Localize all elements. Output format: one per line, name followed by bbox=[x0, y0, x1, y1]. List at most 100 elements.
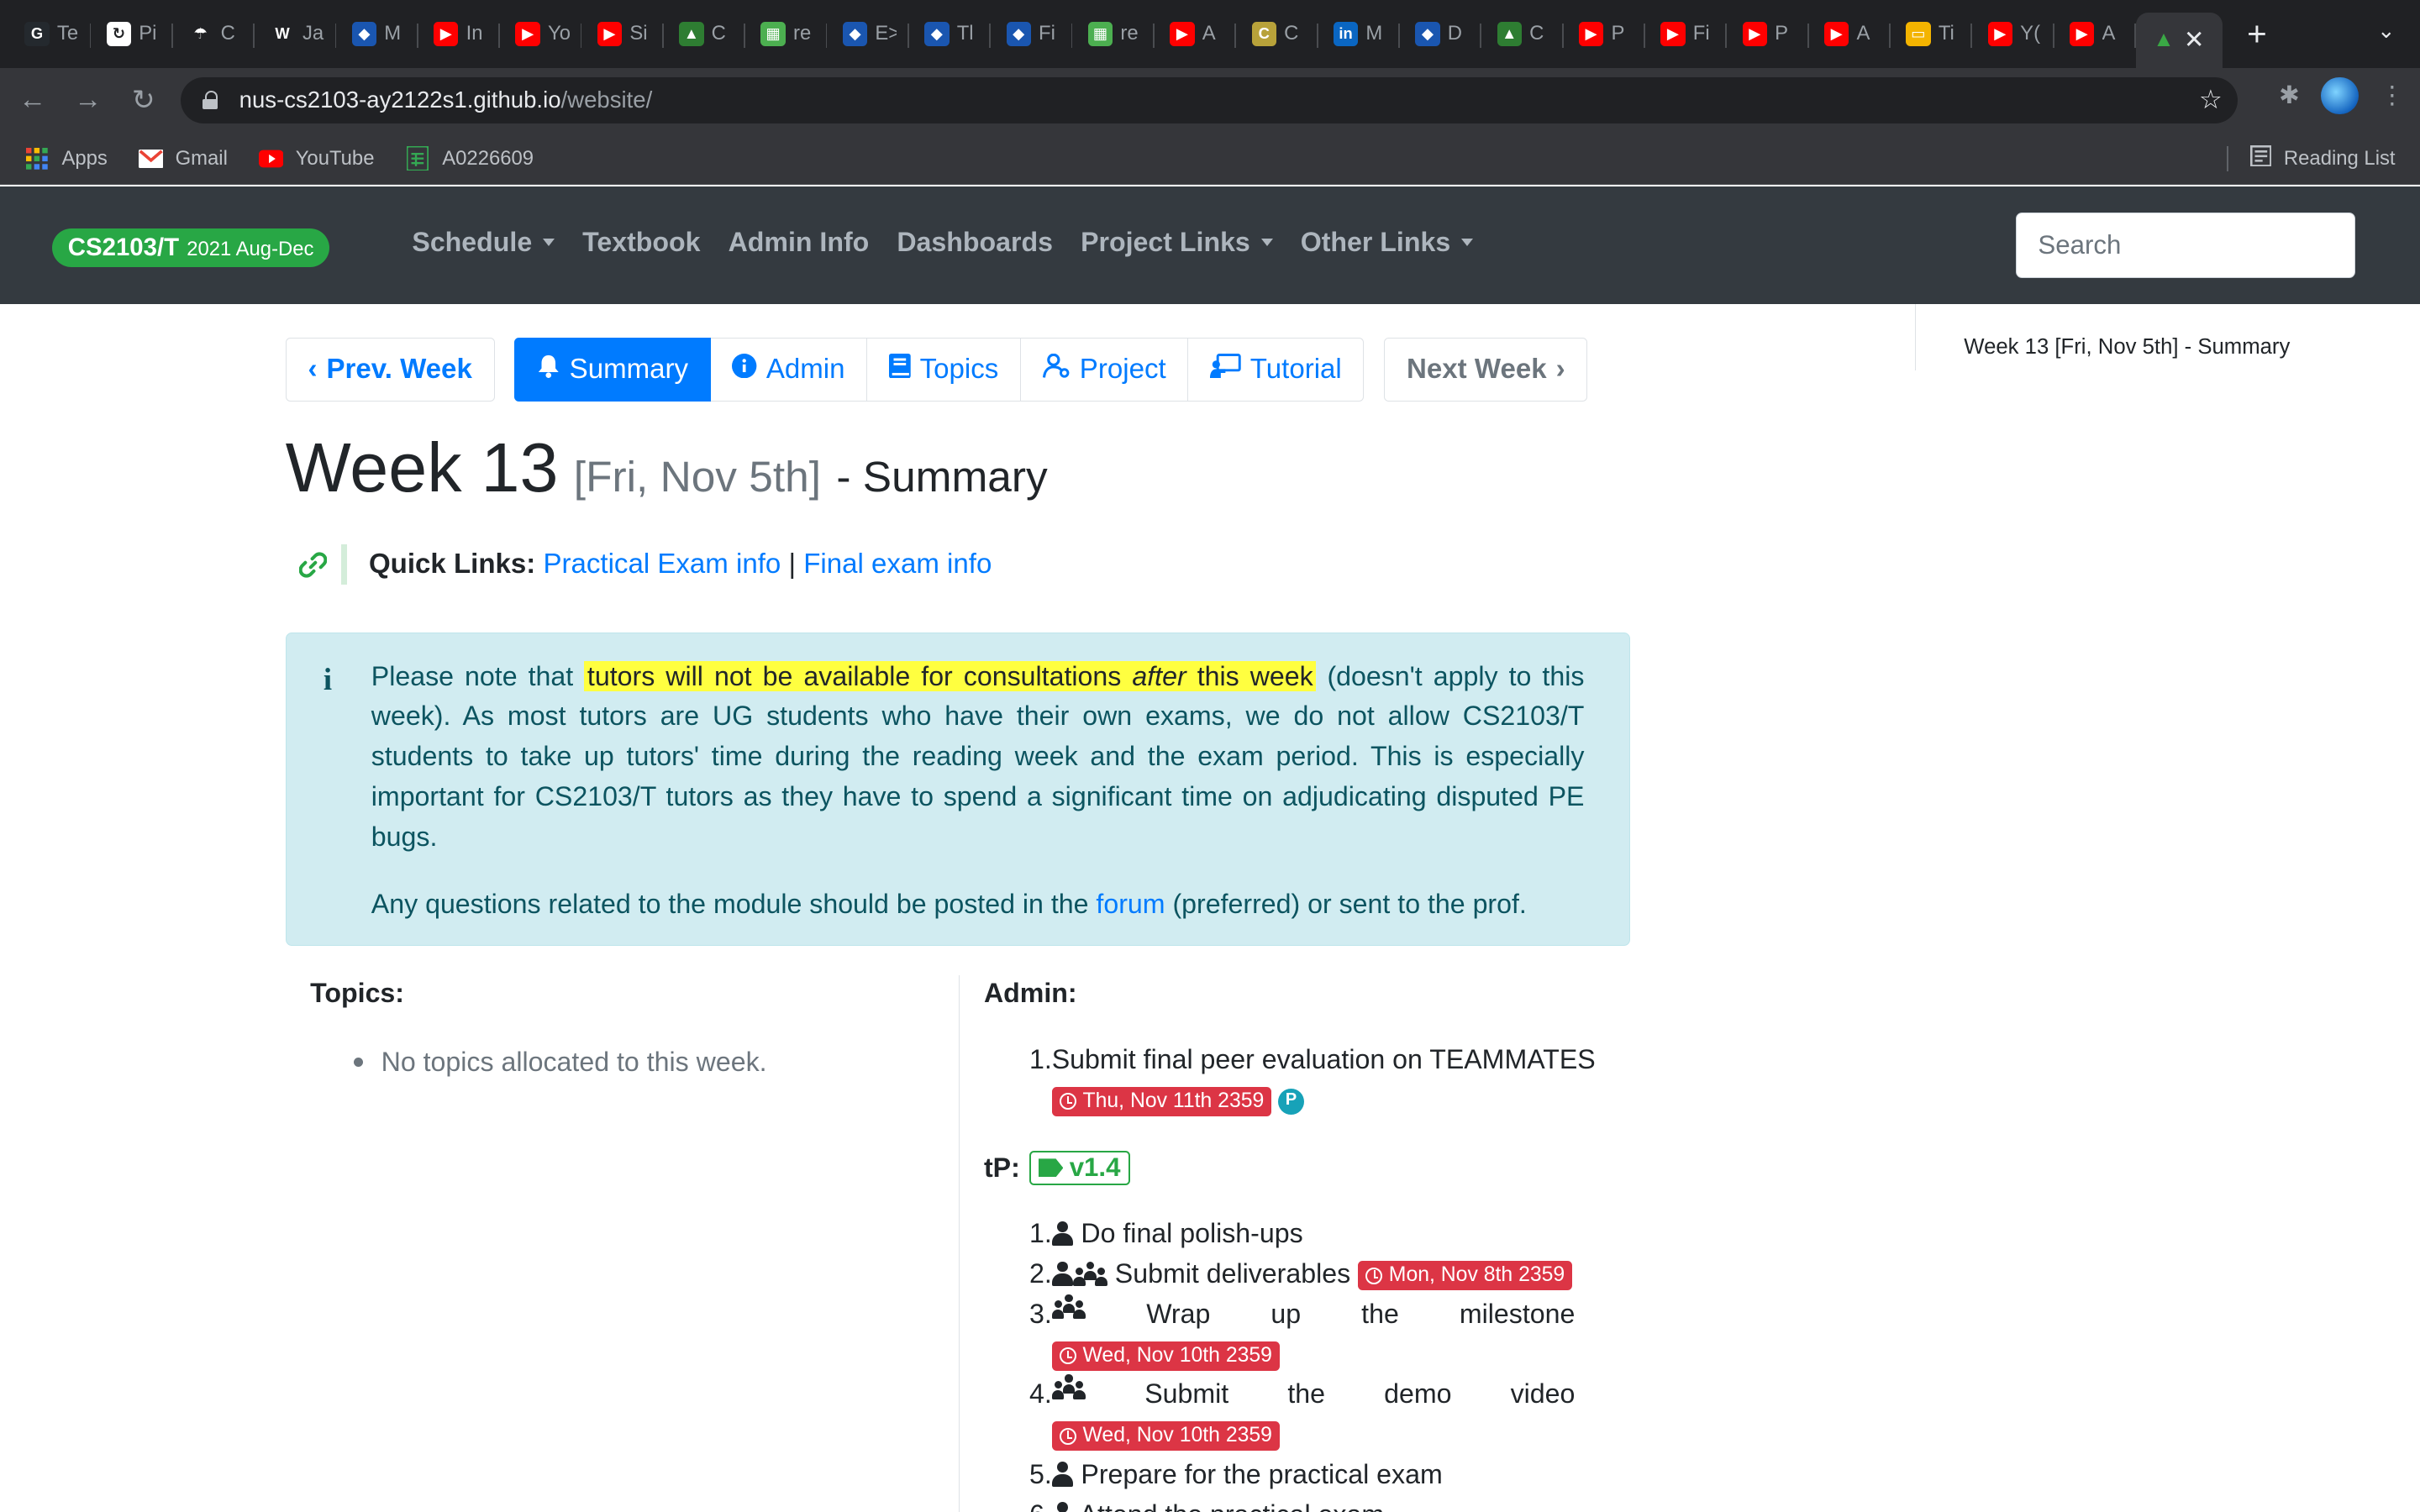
browser-tab[interactable]: ▲ C bbox=[664, 8, 746, 60]
browser-tab-title: C bbox=[220, 22, 235, 45]
p-badge[interactable]: P bbox=[1277, 1088, 1305, 1115]
browser-tab[interactable]: ▶ In bbox=[418, 8, 501, 60]
practical-exam-link[interactable]: Practical Exam info bbox=[543, 549, 781, 580]
nav-textbook[interactable]: Textbook bbox=[582, 227, 700, 258]
nav-schedule[interactable]: Schedule bbox=[412, 227, 555, 258]
browser-tab[interactable]: ▶ P bbox=[1727, 8, 1809, 60]
tp-header: tP: v1.4 bbox=[984, 1151, 1130, 1185]
forum-link[interactable]: forum bbox=[1096, 889, 1165, 919]
bookmark-apps[interactable]: Apps bbox=[24, 146, 108, 171]
deadline-text: Thu, Nov 11th 2359 bbox=[1082, 1089, 1265, 1112]
nus-icon: ◆ bbox=[842, 21, 868, 47]
quick-links-bar bbox=[340, 544, 348, 585]
bookmark-gmail-label: Gmail bbox=[175, 146, 228, 170]
browser-tab-active[interactable]: ▲ ✕ bbox=[2135, 12, 2223, 68]
grid-icon: ▦ bbox=[1087, 21, 1113, 47]
browser-tab[interactable]: W Ja bbox=[255, 8, 337, 60]
browser-tab[interactable]: G Te bbox=[9, 8, 92, 60]
browser-tab-title: C bbox=[1284, 22, 1299, 45]
nav-admin-info[interactable]: Admin Info bbox=[729, 227, 870, 258]
tab-project[interactable]: Project bbox=[1021, 338, 1189, 402]
address-bar[interactable]: nus-cs2103-ay2122s1.github.io/website/ ☆ bbox=[180, 76, 2238, 123]
browser-tab[interactable]: ◆ Fi bbox=[991, 8, 1073, 60]
brand-title: CS2103/T bbox=[67, 233, 180, 261]
forward-arrow-icon[interactable]: → bbox=[65, 77, 111, 123]
browser-tab[interactable]: ▶ A bbox=[2054, 8, 2136, 60]
quick-links-label: Quick Links: bbox=[368, 549, 536, 580]
brand-semester: 2021 Aug-Dec bbox=[187, 237, 314, 260]
github-icon: G bbox=[24, 21, 50, 47]
reload-icon[interactable]: ↻ bbox=[120, 77, 166, 123]
browser-tab[interactable]: ◆ M bbox=[336, 8, 418, 60]
extensions-puzzle-icon[interactable]: ✱ bbox=[2279, 81, 2300, 110]
browser-tab[interactable]: ◆ Tl bbox=[909, 8, 992, 60]
tab-list: GTe↻Pi☂CWJa◆M▶In▶Yo▶Si▲C▦re◆E>◆Tl◆Fi▦re▶… bbox=[9, 8, 2136, 60]
youtube-icon: ▶ bbox=[1823, 21, 1849, 47]
site-brand[interactable]: CS2103/T 2021 Aug-Dec bbox=[52, 228, 329, 267]
browser-tab[interactable]: ▶ Yo bbox=[500, 8, 582, 60]
tp-item-meta: Wed, Nov 10th 2359 bbox=[1051, 1415, 1606, 1455]
next-week-button[interactable]: Next Week › bbox=[1384, 338, 1588, 402]
week-date: [Fri, Nov 5th] bbox=[573, 451, 822, 501]
profile-avatar[interactable] bbox=[2321, 76, 2359, 114]
list-number: 1. bbox=[1028, 1218, 1052, 1249]
browser-tab[interactable]: ▶ A bbox=[1809, 8, 1891, 60]
tp-item-text: Submit deliverables bbox=[1114, 1258, 1351, 1289]
nav-dashboards-label: Dashboards bbox=[897, 226, 1054, 257]
browser-tab[interactable]: ▭ Ti bbox=[1891, 8, 1973, 60]
browser-tab[interactable]: ▶ Y( bbox=[1972, 8, 2054, 60]
browser-tab-title: M bbox=[1365, 22, 1383, 45]
kebab-menu-icon[interactable]: ⋮ bbox=[2380, 81, 2404, 110]
youtube-icon: ▶ bbox=[1987, 21, 2012, 47]
new-tab-button[interactable]: + bbox=[2247, 14, 2267, 54]
prev-week-button[interactable]: ‹ Prev. Week bbox=[285, 338, 495, 402]
users-icon bbox=[1051, 1374, 1086, 1399]
tab-project-label: Project bbox=[1079, 353, 1166, 385]
topics-column: Topics: No topics allocated to this week… bbox=[286, 975, 959, 1078]
browser-tab[interactable]: ▦ re bbox=[1072, 8, 1155, 60]
url-path: /website/ bbox=[560, 87, 653, 113]
bookmark-youtube[interactable]: YouTube bbox=[258, 146, 374, 171]
tab-search-chevron-icon[interactable]: ⌄ bbox=[2377, 18, 2396, 44]
browser-tab[interactable]: ☂ C bbox=[173, 8, 255, 60]
tp-item-justified-line: Submit the demo video bbox=[1051, 1374, 1576, 1415]
browser-tab[interactable]: ▶ P bbox=[1564, 8, 1645, 60]
browser-tab[interactable]: ◆ E> bbox=[827, 8, 909, 60]
list-number: 4. bbox=[1028, 1378, 1052, 1410]
browser-tab[interactable]: ▶ A bbox=[1155, 8, 1237, 60]
bookmark-star-icon[interactable]: ☆ bbox=[2199, 85, 2223, 115]
browser-tab[interactable]: CC bbox=[1236, 8, 1318, 60]
search-input[interactable]: Search bbox=[2015, 213, 2355, 278]
browser-tab[interactable]: ▲ C bbox=[1481, 8, 1564, 60]
browser-tab[interactable]: ◆ D bbox=[1400, 8, 1482, 60]
users-icon bbox=[1051, 1294, 1086, 1320]
tab-admin[interactable]: Admin bbox=[710, 338, 868, 402]
browser-tab[interactable]: ▦ re bbox=[745, 8, 828, 60]
browser-tab-title: Te bbox=[56, 22, 79, 45]
browser-tab[interactable]: ▶ Si bbox=[581, 8, 664, 60]
tab-topics[interactable]: Topics bbox=[867, 338, 1022, 402]
browser-tab[interactable]: ↻ Pi bbox=[91, 8, 173, 60]
cap-icon: ▲ bbox=[1497, 21, 1522, 47]
nav-other-links[interactable]: Other Links bbox=[1301, 227, 1474, 258]
nav-dashboards[interactable]: Dashboards bbox=[897, 227, 1053, 258]
refresh-doc-icon: ↻ bbox=[106, 21, 132, 47]
list-number: 1. bbox=[1028, 1043, 1052, 1074]
lock-icon[interactable] bbox=[202, 91, 218, 110]
close-tab-icon[interactable]: ✕ bbox=[2184, 25, 2205, 55]
tp-item-word: the bbox=[1287, 1378, 1325, 1410]
url-host: nus-cs2103-ay2122s1.github.io bbox=[239, 87, 561, 113]
back-arrow-icon[interactable]: ← bbox=[9, 77, 55, 123]
tab-summary[interactable]: Summary bbox=[514, 338, 711, 402]
bookmark-sheet[interactable]: A0226609 bbox=[405, 145, 534, 171]
final-exam-link[interactable]: Final exam info bbox=[803, 549, 992, 580]
browser-tab-title: A bbox=[1202, 22, 1216, 45]
list-number: 3. bbox=[1028, 1298, 1052, 1329]
nav-project-links[interactable]: Project Links bbox=[1081, 227, 1273, 258]
browser-tab[interactable]: in M bbox=[1318, 8, 1400, 60]
browser-tab[interactable]: ▶ Fi bbox=[1645, 8, 1728, 60]
reading-list[interactable]: Reading List bbox=[2227, 144, 2396, 173]
tab-tutorial[interactable]: Tutorial bbox=[1188, 338, 1365, 402]
toc-item[interactable]: Week 13 [Fri, Nov 5th] - Summary bbox=[1964, 335, 2290, 359]
bookmark-gmail[interactable]: Gmail bbox=[138, 146, 228, 171]
